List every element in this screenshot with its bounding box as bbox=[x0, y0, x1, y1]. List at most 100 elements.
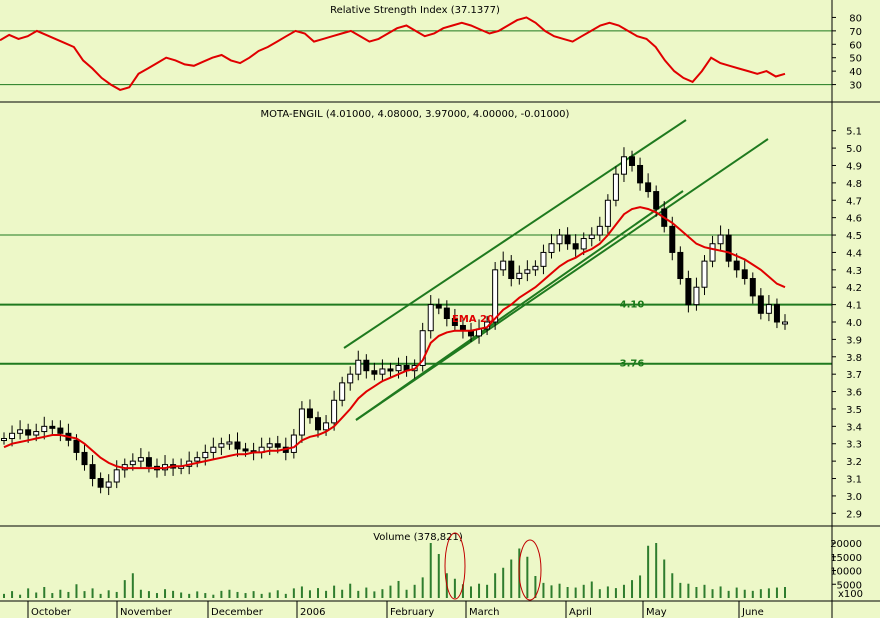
rsi-axis-tick-label: 80 bbox=[849, 13, 862, 24]
price-axis-tick-label: 4.4 bbox=[846, 248, 862, 259]
price-axis-tick-label: 3.6 bbox=[846, 388, 862, 399]
price-axis-tick-label: 3.0 bbox=[846, 492, 862, 503]
volume-bar bbox=[751, 590, 754, 598]
candle-body bbox=[298, 408, 305, 436]
volume-bar bbox=[784, 587, 786, 598]
price-axis-tick-label: 4.0 bbox=[846, 318, 862, 329]
chart-background bbox=[0, 0, 880, 618]
volume-bar bbox=[123, 580, 126, 598]
volume-bar bbox=[510, 559, 513, 598]
candle-body bbox=[194, 457, 201, 462]
candle-body bbox=[1, 438, 7, 442]
candle-body bbox=[17, 429, 24, 434]
volume-bar bbox=[767, 588, 770, 598]
price-axis-tick-label: 3.4 bbox=[846, 422, 862, 433]
candle-body bbox=[765, 304, 772, 314]
candle-body bbox=[218, 443, 225, 448]
volume-bar bbox=[236, 591, 239, 598]
volume-bar bbox=[437, 554, 440, 598]
volume-bar bbox=[27, 588, 30, 598]
volume-bar bbox=[260, 593, 263, 598]
volume-bar bbox=[631, 580, 634, 598]
volume-bar bbox=[421, 577, 424, 598]
volume-bar bbox=[147, 591, 150, 598]
candle-body bbox=[73, 439, 80, 453]
candle-body bbox=[363, 359, 370, 372]
month-label: February bbox=[390, 607, 434, 618]
volume-bar bbox=[59, 589, 62, 598]
price-axis-tick-label: 3.3 bbox=[846, 440, 862, 451]
candle-body bbox=[588, 234, 595, 240]
volume-bar bbox=[743, 589, 746, 598]
price-axis-tick-label: 3.7 bbox=[846, 370, 862, 381]
candle-body bbox=[677, 251, 684, 280]
price-axis-tick-label: 5.0 bbox=[846, 144, 862, 155]
candle-body bbox=[443, 307, 450, 320]
price-axis-tick-label: 4.9 bbox=[846, 161, 862, 172]
price-axis-tick-label: 4.2 bbox=[846, 283, 862, 294]
volume-bar bbox=[131, 573, 134, 598]
candle-body bbox=[339, 382, 346, 401]
candle-body bbox=[645, 182, 652, 193]
candle-body bbox=[620, 156, 627, 175]
volume-bar bbox=[429, 543, 432, 598]
stock-chart: Relative Strength Index (37.1377) 80 70 60… bbox=[0, 0, 880, 618]
candle-body bbox=[701, 260, 708, 288]
candle-body bbox=[105, 481, 112, 488]
volume-bar bbox=[526, 556, 529, 598]
candle-body bbox=[274, 443, 281, 448]
volume-bar bbox=[566, 587, 569, 598]
candle-body bbox=[331, 399, 338, 424]
volume-bar bbox=[292, 588, 295, 598]
volume-bar bbox=[228, 589, 231, 598]
volume-bar bbox=[622, 584, 625, 598]
volume-bar bbox=[679, 582, 682, 598]
price-axis-tick-label: 4.3 bbox=[846, 266, 862, 277]
volume-bar bbox=[164, 589, 167, 598]
volume-bar bbox=[478, 583, 481, 598]
rsi-axis-tick-label: 50 bbox=[849, 54, 862, 65]
volume-bar bbox=[574, 587, 577, 598]
month-label: October bbox=[31, 607, 72, 618]
candle-body bbox=[572, 243, 579, 250]
volume-bar bbox=[349, 583, 352, 598]
candle-body bbox=[49, 425, 56, 429]
volume-bar bbox=[671, 573, 674, 598]
volume-bar bbox=[775, 587, 778, 598]
volume-bar bbox=[317, 588, 320, 598]
candle-body bbox=[693, 286, 700, 306]
volume-bar bbox=[735, 587, 738, 598]
ema-label: EMA 20 bbox=[452, 314, 494, 325]
candle-body bbox=[89, 464, 96, 480]
volume-bar bbox=[19, 594, 22, 598]
candle-body bbox=[57, 427, 64, 434]
candle-body bbox=[540, 251, 547, 267]
volume-bar bbox=[413, 584, 416, 598]
volume-bar bbox=[139, 589, 142, 598]
candle-body bbox=[427, 304, 434, 332]
candle-body bbox=[202, 451, 209, 459]
candle-body bbox=[749, 278, 756, 297]
volume-bar bbox=[558, 583, 561, 598]
month-label: December bbox=[211, 607, 264, 618]
month-label: November bbox=[120, 607, 173, 618]
candle-body bbox=[725, 234, 732, 262]
price-axis-tick-label: 4.6 bbox=[846, 214, 862, 225]
candle-body bbox=[234, 441, 241, 450]
candle-body bbox=[685, 278, 692, 306]
price-axis-tick-label: 4.1 bbox=[846, 301, 862, 312]
candle-body bbox=[508, 260, 515, 280]
volume-bar bbox=[75, 584, 78, 598]
volume-unit: x100 bbox=[838, 589, 863, 600]
volume-bar bbox=[357, 590, 360, 598]
price-axis-tick-label: 4.5 bbox=[846, 231, 862, 242]
volume-bar bbox=[11, 591, 14, 598]
volume-bar bbox=[188, 593, 191, 598]
volume-bar bbox=[759, 589, 762, 598]
volume-bar bbox=[711, 589, 714, 598]
rsi-axis-tick-label: 30 bbox=[849, 81, 862, 92]
candle-body bbox=[33, 431, 40, 436]
candle-body bbox=[548, 243, 555, 253]
volume-bar bbox=[333, 585, 336, 598]
volume-bar bbox=[727, 590, 730, 598]
